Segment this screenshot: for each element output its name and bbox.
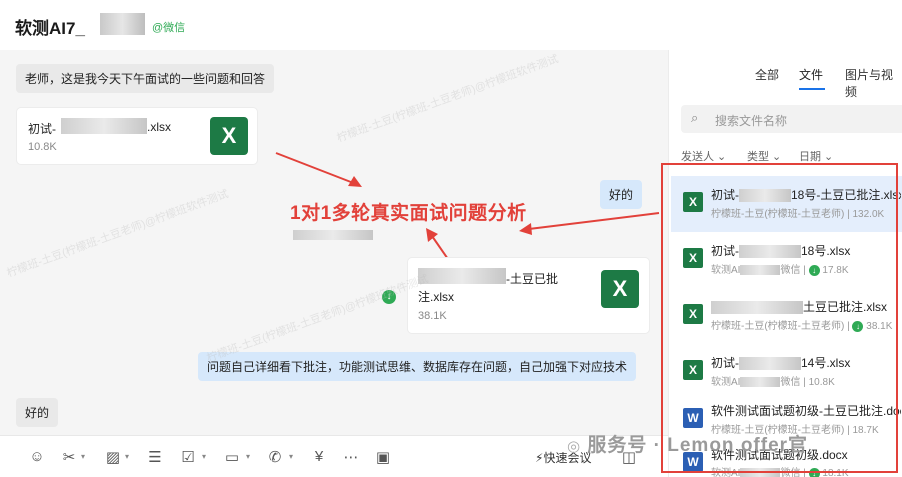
- excel-icon: X: [210, 117, 248, 155]
- chat-title[interactable]: 软测AI7_: [15, 14, 85, 39]
- word-icon: W: [683, 408, 703, 428]
- file-card[interactable]: -土豆已批 注.xlsx 38.1K X: [407, 257, 650, 334]
- tab-media[interactable]: 图片与视频: [845, 66, 902, 100]
- redacted-text: [61, 118, 147, 134]
- arrow-graphic: [275, 152, 362, 187]
- filter-type[interactable]: 类型 ⌄: [747, 148, 781, 164]
- excel-icon: X: [683, 304, 703, 324]
- excel-icon: X: [683, 192, 703, 212]
- tab-files[interactable]: 文件: [799, 66, 823, 83]
- download-icon[interactable]: ↓: [382, 290, 396, 304]
- file-name: -土豆已批: [506, 272, 558, 286]
- excel-icon: X: [683, 360, 703, 380]
- downloaded-icon: ↓: [808, 467, 820, 477]
- chevron-down-icon[interactable]: ▾: [289, 452, 293, 461]
- yuan-icon[interactable]: ¥: [309, 448, 329, 465]
- chevron-down-icon[interactable]: ▾: [81, 452, 85, 461]
- screen-icon[interactable]: ▣: [373, 448, 393, 466]
- file-card[interactable]: 初试- .xlsx 10.8K X: [16, 107, 258, 165]
- file-name: 初试- 18号-土豆已批注.xlsx: [711, 188, 901, 203]
- file-name: 初试-: [28, 122, 56, 136]
- message-bubble[interactable]: 好的: [16, 398, 59, 427]
- message-bubble[interactable]: 问题自己详细看下批注，功能测试思维、数据库存在问题，自己加强下对应技术: [198, 352, 637, 381]
- arrow-graphic: [519, 212, 660, 235]
- file-name: 软件测试面试题初级-土豆已批注.docx: [711, 404, 901, 418]
- service-account-watermark: ◎ 服务号 · Lemon offer官: [567, 430, 808, 457]
- chevron-down-icon[interactable]: ▾: [202, 452, 206, 461]
- file-list-item[interactable]: X 初试- 18号.xlsx 软测AI 微信 | ↓ 17.8K: [671, 232, 902, 288]
- file-name: 初试- 14号.xlsx: [711, 356, 851, 371]
- chevron-down-icon[interactable]: ▾: [125, 452, 129, 461]
- emoji-icon[interactable]: ☺: [27, 448, 47, 465]
- file-list-item[interactable]: X 土豆已批注.xlsx 柠檬班-土豆(柠檬班-土豆老师) | ↓ 38.1K: [671, 288, 902, 344]
- wechat-logo-icon: ◎: [567, 438, 582, 455]
- file-name-line2: 注.xlsx: [418, 290, 455, 304]
- search-placeholder: 搜索文件名称: [715, 114, 788, 128]
- checkbox-icon[interactable]: ☑: [178, 448, 198, 466]
- annotation-text: 1对1多轮真实面试问题分析: [290, 203, 527, 224]
- file-meta: 柠檬班-土豆(柠檬班-土豆老师) | 132.0K: [711, 209, 885, 220]
- source-tag: @微信: [152, 22, 186, 34]
- scissors-icon[interactable]: ✂: [59, 448, 79, 466]
- message-bubble[interactable]: 老师，这是我今天下午面试的一些问题和回答: [16, 64, 275, 93]
- watermark-text: 服务号 · Lemon offer官: [587, 435, 809, 456]
- filter-bar: 发送人 ⌄ 类型 ⌄ 日期 ⌄: [681, 148, 902, 166]
- downloaded-icon: ↓: [852, 320, 864, 332]
- excel-icon: X: [683, 248, 703, 268]
- file-name: 土豆已批注.xlsx: [711, 298, 901, 315]
- downloaded-icon: ↓: [808, 264, 820, 276]
- file-meta: 软测AI 微信 | 10.8K: [711, 377, 835, 388]
- file-meta: 柠檬班-土豆(柠檬班-土豆老师) | ↓ 38.1K: [711, 320, 893, 332]
- file-search-input[interactable]: ⌕ 搜索文件名称: [681, 105, 902, 133]
- more-icon[interactable]: ⋯: [341, 448, 361, 466]
- file-meta: 软测AI 微信 | ↓ 17.8K: [711, 264, 849, 276]
- folder-icon[interactable]: ▭: [222, 448, 242, 466]
- document-icon[interactable]: ☰: [145, 448, 165, 466]
- redacted-name: [100, 13, 145, 35]
- file-panel: 全部 文件 图片与视频 ⌕ 搜索文件名称 发送人 ⌄ 类型 ⌄ 日期 ⌄ X 初…: [668, 50, 902, 477]
- active-tab-indicator: [799, 88, 825, 90]
- chevron-down-icon[interactable]: ▾: [246, 452, 250, 461]
- background-watermark: 柠檬班-土豆(柠檬班-土豆老师)@柠檬班软件测试: [5, 188, 231, 280]
- tab-all[interactable]: 全部: [755, 66, 779, 83]
- filter-sender[interactable]: 发送人 ⌄: [681, 148, 726, 164]
- filter-date[interactable]: 日期 ⌄: [799, 148, 833, 164]
- chat-area: 老师，这是我今天下午面试的一些问题和回答 初试- .xlsx 10.8K X 好…: [0, 50, 668, 435]
- file-size: 10.8K: [28, 141, 57, 153]
- redacted-text: [418, 268, 506, 284]
- file-meta: 软测AI 微信 | ↓ 18.1K: [711, 467, 849, 477]
- redacted-text: [293, 230, 373, 240]
- file-name: 初试- 18号.xlsx: [711, 244, 851, 259]
- file-extension: .xlsx: [147, 120, 171, 134]
- excel-icon: X: [601, 270, 639, 308]
- phone-icon[interactable]: ✆: [265, 448, 285, 466]
- background-watermark: 柠檬班-土豆(柠檬班-土豆老师)@柠檬班软件测试: [335, 53, 561, 145]
- search-icon: ⌕: [691, 110, 699, 125]
- image-icon[interactable]: ▨: [103, 448, 123, 466]
- file-list-item[interactable]: X 初试- 18号-土豆已批注.xlsx 柠檬班-土豆(柠檬班-土豆老师) | 1…: [671, 176, 902, 232]
- chat-header: 软测AI7_ @微信: [0, 0, 902, 50]
- file-size: 38.1K: [418, 310, 447, 322]
